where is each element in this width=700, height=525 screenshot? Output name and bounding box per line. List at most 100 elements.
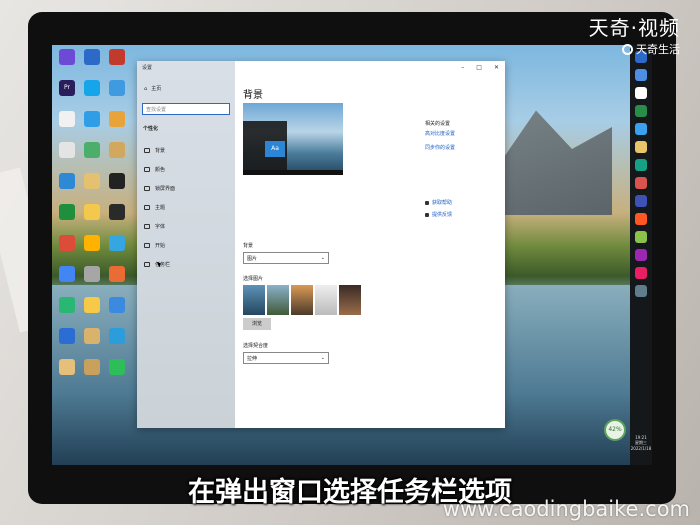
app-icon xyxy=(109,80,125,96)
desktop-icon[interactable] xyxy=(55,111,79,141)
desktop-icon[interactable] xyxy=(80,266,104,296)
app-icon xyxy=(84,328,100,344)
app-icon xyxy=(109,235,125,251)
picture-thumb[interactable] xyxy=(339,285,361,315)
desktop-icon[interactable] xyxy=(80,80,104,110)
nav-item-colors[interactable]: 颜色 xyxy=(137,160,235,179)
desktop-icon[interactable] xyxy=(80,142,104,172)
desktop-icon[interactable] xyxy=(105,235,129,265)
picture-thumb[interactable] xyxy=(243,285,265,315)
desktop-icon[interactable] xyxy=(80,235,104,265)
picture-thumb[interactable] xyxy=(315,285,337,315)
preview-tile: Aa xyxy=(265,141,285,157)
taskbar-app-icon[interactable] xyxy=(635,285,647,297)
desktop-icon[interactable] xyxy=(80,173,104,203)
desktop-icon[interactable] xyxy=(105,204,129,234)
image-icon xyxy=(144,148,150,153)
get-help-link[interactable]: 获取帮助 xyxy=(425,199,452,206)
feedback-icon xyxy=(425,212,429,217)
taskbar-app-icon[interactable] xyxy=(635,249,647,261)
desktop-icon[interactable] xyxy=(55,204,79,234)
taskbar-app-icon[interactable] xyxy=(635,69,647,81)
desktop-icon[interactable] xyxy=(105,266,129,296)
app-icon xyxy=(59,266,75,282)
desktop-icon[interactable] xyxy=(105,111,129,141)
taskbar-app-icon[interactable] xyxy=(635,195,647,207)
help-links: 获取帮助 提供反馈 xyxy=(425,199,452,223)
desktop-icon[interactable] xyxy=(55,49,79,79)
picture-thumbnails xyxy=(243,285,361,315)
app-icon: Pr xyxy=(59,80,75,96)
app-icon xyxy=(109,359,125,375)
background-select[interactable]: 图片 ⌄ xyxy=(243,252,329,264)
high-contrast-link[interactable]: 高对比度设置 xyxy=(425,130,495,137)
desktop-icon[interactable] xyxy=(105,80,129,110)
taskbar-app-icon[interactable] xyxy=(635,105,647,117)
nav-item-lockscreen[interactable]: 锁屏界面 xyxy=(137,179,235,198)
watermark-sub: 天奇生活 xyxy=(589,41,680,57)
nav-item-label: 背景 xyxy=(155,148,166,154)
app-icon xyxy=(109,173,125,189)
chevron-down-icon: ⌄ xyxy=(320,355,325,361)
sync-settings-link[interactable]: 同步你的设置 xyxy=(425,144,495,151)
desktop-icon[interactable] xyxy=(55,142,79,172)
app-icon xyxy=(59,328,75,344)
taskbar-app-icon[interactable] xyxy=(635,159,647,171)
picture-thumb[interactable] xyxy=(291,285,313,315)
desktop-icon[interactable] xyxy=(105,142,129,172)
taskbar-app-icon[interactable] xyxy=(635,213,647,225)
window-title: 设置 xyxy=(142,65,153,71)
help-link-label: 提供反馈 xyxy=(432,212,453,218)
taskbar-app-icon[interactable] xyxy=(635,87,647,99)
desktop-icon[interactable] xyxy=(105,359,129,389)
taskbar-app-icon[interactable] xyxy=(635,177,647,189)
preview-taskbar xyxy=(243,170,343,175)
app-icon xyxy=(59,359,75,375)
cpu-usage-badge[interactable]: 42% xyxy=(604,419,626,441)
desktop-icon[interactable] xyxy=(80,297,104,327)
fit-label: 选择契合度 xyxy=(243,343,269,349)
desktop-icon[interactable] xyxy=(80,359,104,389)
nav-item-label: 颜色 xyxy=(155,167,166,173)
nav-home-label: 主页 xyxy=(151,86,162,92)
desktop-icon[interactable] xyxy=(80,49,104,79)
app-icon xyxy=(84,142,100,158)
nav-home[interactable]: ⌂ 主页 xyxy=(144,85,162,93)
app-icon xyxy=(84,359,100,375)
desktop-icon[interactable] xyxy=(105,328,129,358)
nav-item-start[interactable]: 开始 xyxy=(137,236,235,255)
taskbar-app-icon[interactable] xyxy=(635,123,647,135)
app-icon xyxy=(84,111,100,127)
desktop-icon[interactable] xyxy=(55,266,79,296)
fit-select[interactable]: 拉伸 ⌄ xyxy=(243,352,329,364)
choose-picture-label: 选择图片 xyxy=(243,276,264,282)
search-input[interactable]: 查找设置 xyxy=(142,103,230,115)
taskbar-app-icon[interactable] xyxy=(635,267,647,279)
app-icon xyxy=(109,328,125,344)
desktop-icon[interactable] xyxy=(55,328,79,358)
desktop-icon[interactable] xyxy=(55,235,79,265)
desktop-icon[interactable] xyxy=(55,359,79,389)
help-link-label: 获取帮助 xyxy=(432,200,453,206)
desktop-icon[interactable] xyxy=(55,297,79,327)
app-icon xyxy=(109,49,125,65)
desktop-icon[interactable]: Pr xyxy=(55,80,79,110)
nav-item-taskbar[interactable]: 任务栏 xyxy=(137,255,235,274)
nav-item-background[interactable]: 背景 xyxy=(137,141,235,160)
taskbar-app-icon[interactable] xyxy=(635,141,647,153)
desktop-icon[interactable] xyxy=(105,173,129,203)
taskbar-app-icon[interactable] xyxy=(635,231,647,243)
desktop-icon[interactable] xyxy=(80,111,104,141)
app-icon xyxy=(59,204,75,220)
picture-thumb[interactable] xyxy=(267,285,289,315)
feedback-link[interactable]: 提供反馈 xyxy=(425,211,452,218)
desktop-icon[interactable] xyxy=(105,297,129,327)
desktop-icon[interactable] xyxy=(80,204,104,234)
browse-button[interactable]: 浏览 xyxy=(243,318,271,330)
desktop-icon[interactable] xyxy=(80,328,104,358)
desktop-icon[interactable] xyxy=(105,49,129,79)
nav-item-themes[interactable]: 主题 xyxy=(137,198,235,217)
desktop-icon[interactable] xyxy=(55,173,79,203)
nav-item-fonts[interactable]: 字体 xyxy=(137,217,235,236)
app-icon xyxy=(109,111,125,127)
